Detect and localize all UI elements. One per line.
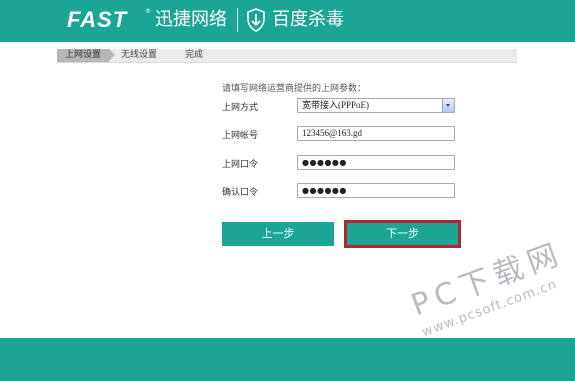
account-input[interactable]: 123456@163.gd — [297, 126, 455, 141]
step-progress-bar: 上网设置 无线设置 完成 — [57, 49, 517, 63]
header-bar: FAST ® 迅捷网络 百度杀毒 — [0, 0, 575, 42]
step-arrow — [109, 49, 115, 61]
header-divider — [237, 8, 238, 32]
form-instruction: 请填写网络运营商提供的上网参数： — [222, 84, 367, 94]
connection-mode-label: 上网方式 — [222, 103, 259, 113]
partner-name: 百度杀毒 — [272, 9, 344, 30]
confirm-password-input[interactable]: ●●●●●● — [297, 183, 455, 198]
password-input[interactable]: ●●●●●● — [297, 155, 455, 170]
trademark-mark: ® — [145, 8, 151, 15]
account-label: 上网帐号 — [222, 131, 259, 141]
previous-step-button[interactable]: 上一步 — [222, 222, 334, 246]
password-label: 上网口令 — [222, 160, 259, 170]
next-step-button[interactable]: 下一步 — [344, 220, 461, 248]
connection-mode-value: 宽带接入(PPPoE) — [302, 100, 370, 110]
step-internet-settings: 上网设置 — [57, 49, 109, 62]
brand-name: 迅捷网络 — [155, 9, 227, 30]
footer-bar — [0, 338, 575, 381]
connection-mode-select[interactable]: 宽带接入(PPPoE) — [297, 98, 455, 113]
step-finish: 完成 — [185, 50, 204, 60]
fast-logo: FAST — [67, 7, 128, 32]
step-wireless-settings: 无线设置 — [121, 50, 158, 60]
confirm-password-label: 确认口令 — [222, 188, 259, 198]
chevron-down-icon[interactable] — [442, 99, 454, 112]
shield-icon — [247, 8, 265, 32]
